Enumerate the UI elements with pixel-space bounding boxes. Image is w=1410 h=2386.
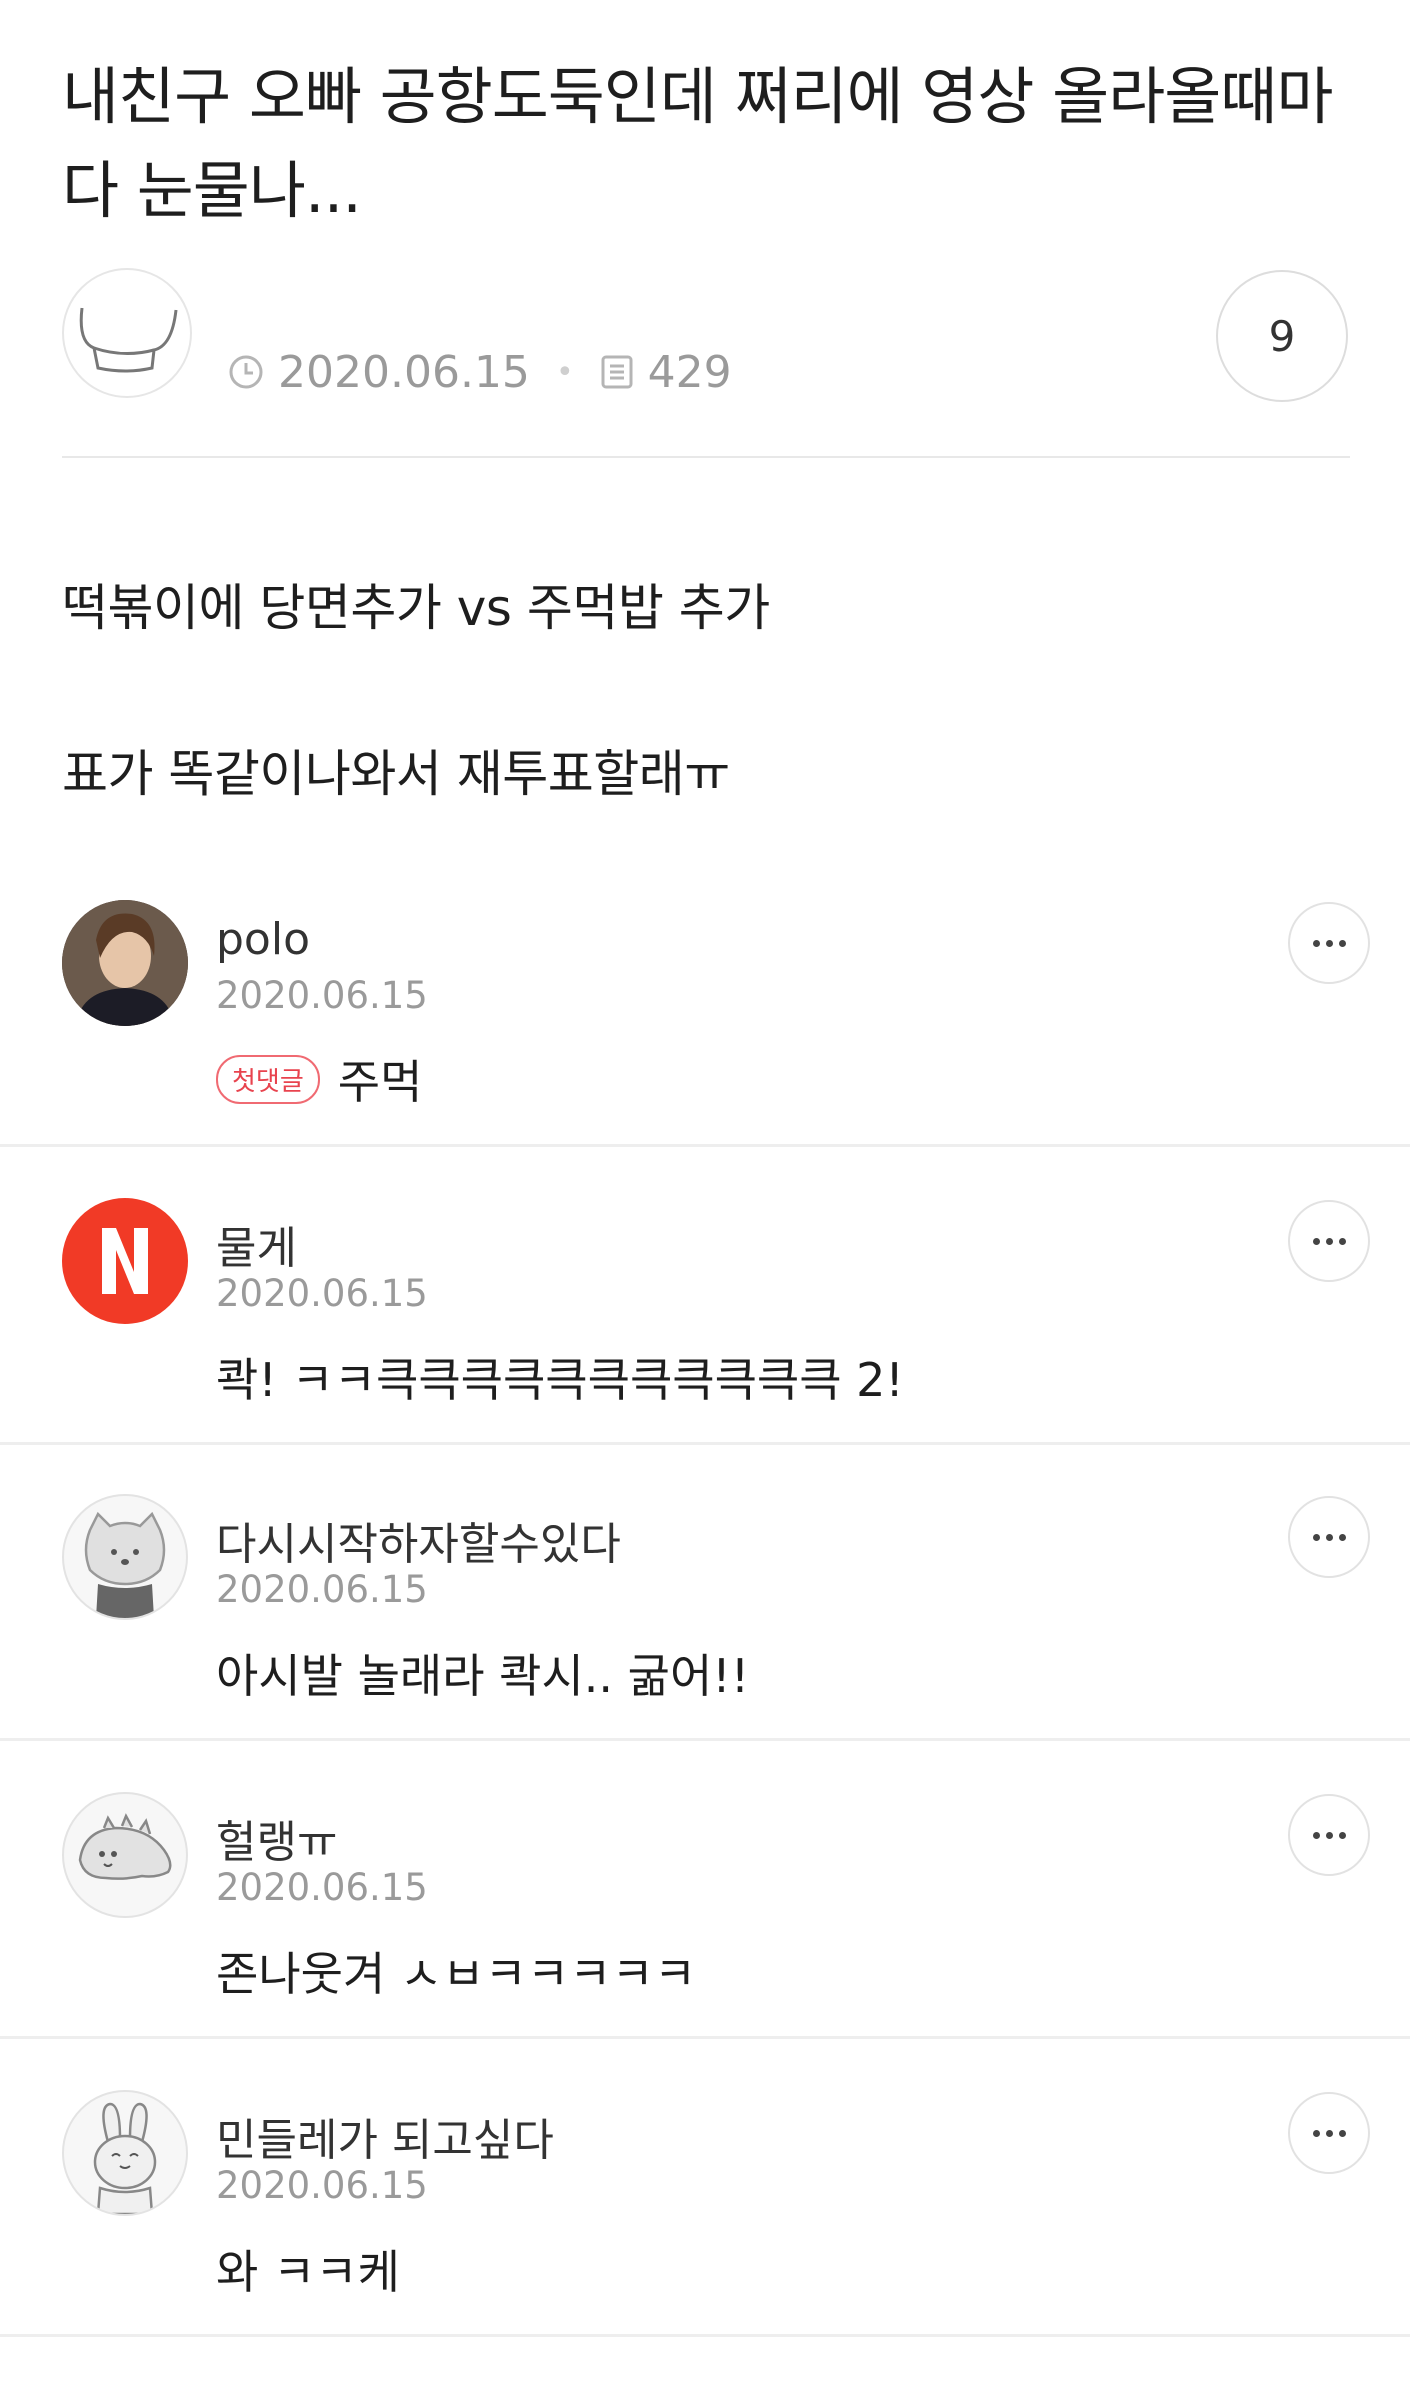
first-comment-badge: 첫댓글 xyxy=(216,1054,320,1104)
post-body-line: 표가 똑같이나와서 재투표할래ㅠ xyxy=(62,745,730,803)
more-dot xyxy=(1325,1237,1333,1245)
comment-date: 2020.06.15 xyxy=(216,1272,428,1315)
more-options-button[interactable] xyxy=(1288,902,1370,984)
comment-text: 아시발 놀래라 콱시.. 굶어!! xyxy=(216,1649,750,1703)
divider xyxy=(0,1442,1410,1445)
more-dot xyxy=(1338,1533,1346,1541)
more-options-button[interactable] xyxy=(1288,1200,1370,1282)
more-dot xyxy=(1325,2129,1333,2137)
avatar[interactable] xyxy=(62,1494,188,1620)
dino-avatar-icon xyxy=(78,1813,172,1880)
view-count: 429 xyxy=(647,346,732,398)
avatar[interactable] xyxy=(62,900,188,1026)
avatar[interactable] xyxy=(62,2090,188,2216)
comment-date: 2020.06.15 xyxy=(216,974,428,1017)
avatar[interactable] xyxy=(62,1792,188,1918)
divider xyxy=(0,1738,1410,1741)
more-options-icon xyxy=(1312,939,1320,947)
comment-item: 다시시작하자할수있다 2020.06.15 아시발 놀래라 콱시.. 굶어!! xyxy=(0,1494,1410,1790)
comment-author[interactable]: polo xyxy=(216,914,310,965)
post-date: 2020.06.15 xyxy=(278,346,530,398)
rabbit-avatar-icon xyxy=(93,2102,157,2214)
post-body-line: 떡볶이에 당면추가 vs 주먹밥 추가 xyxy=(62,579,770,637)
post-title: 내친구 오빠 공항도둑인데 쩌리에 영상 올라올때마다 눈물나... xyxy=(62,60,1333,227)
more-options-icon xyxy=(1312,1533,1320,1541)
comment-item: polo 2020.06.15 첫댓글 주먹 xyxy=(0,900,1410,1196)
divider xyxy=(62,456,1350,458)
comment-author[interactable]: 민들레가 되고싶다 xyxy=(216,2104,554,2168)
more-dot xyxy=(1338,1831,1346,1839)
more-dot xyxy=(1338,2129,1346,2137)
post-meta: 2020.06.15 • 429 xyxy=(228,342,732,402)
cartoon-avatar-icon xyxy=(79,307,178,373)
more-options-button[interactable] xyxy=(1288,1794,1370,1876)
comment-text: 주먹 xyxy=(337,1055,423,1109)
comment-date: 2020.06.15 xyxy=(216,1866,428,1909)
more-dot xyxy=(1338,1237,1346,1245)
comment-item: 민들레가 되고싶다 2020.06.15 와 ㅋㅋ케 xyxy=(0,2090,1410,2386)
more-options-icon xyxy=(1312,2129,1320,2137)
divider xyxy=(0,1144,1410,1147)
clock-icon xyxy=(229,355,263,389)
cat-avatar-icon xyxy=(84,1511,166,1618)
comment-author[interactable]: 헐랭ㅠ xyxy=(216,1806,337,1870)
author-avatar[interactable] xyxy=(62,268,192,398)
more-options-icon xyxy=(1312,1831,1320,1839)
comment-count-button[interactable]: 9 xyxy=(1216,270,1348,402)
more-dot xyxy=(1338,939,1346,947)
divider xyxy=(0,2036,1410,2039)
more-dot xyxy=(1325,1533,1333,1541)
comment-text: 존나웃겨 ㅅㅂㅋㅋㅋㅋㅋ xyxy=(216,1947,697,2001)
avatar[interactable] xyxy=(62,1198,188,1324)
more-options-button[interactable] xyxy=(1288,2092,1370,2174)
comment-date: 2020.06.15 xyxy=(216,2164,428,2207)
comment-item: 헐랭ㅠ 2020.06.15 존나웃겨 ㅅㅂㅋㅋㅋㅋㅋ xyxy=(0,1792,1410,2088)
comment-date: 2020.06.15 xyxy=(216,1568,428,1611)
divider xyxy=(0,2334,1410,2337)
document-icon xyxy=(601,355,633,389)
more-dot xyxy=(1325,1831,1333,1839)
more-dot xyxy=(1325,939,1333,947)
more-options-icon xyxy=(1312,1237,1320,1245)
comment-text: 와 ㅋㅋ케 xyxy=(216,2245,400,2299)
comment-item: 물게 2020.06.15 콱! ㅋㅋ큭큭큭큭큭큭큭큭큭큭큭 2! xyxy=(0,1198,1410,1494)
meta-separator: • xyxy=(555,354,574,390)
comment-author[interactable]: 다시시작하자할수있다 xyxy=(216,1508,621,1572)
netflix-n-icon xyxy=(102,1228,148,1294)
comment-author[interactable]: 물게 xyxy=(216,1212,297,1276)
more-options-button[interactable] xyxy=(1288,1496,1370,1578)
comment-text: 콱! ㅋㅋ큭큭큭큭큭큭큭큭큭큭큭 2! xyxy=(216,1353,904,1407)
